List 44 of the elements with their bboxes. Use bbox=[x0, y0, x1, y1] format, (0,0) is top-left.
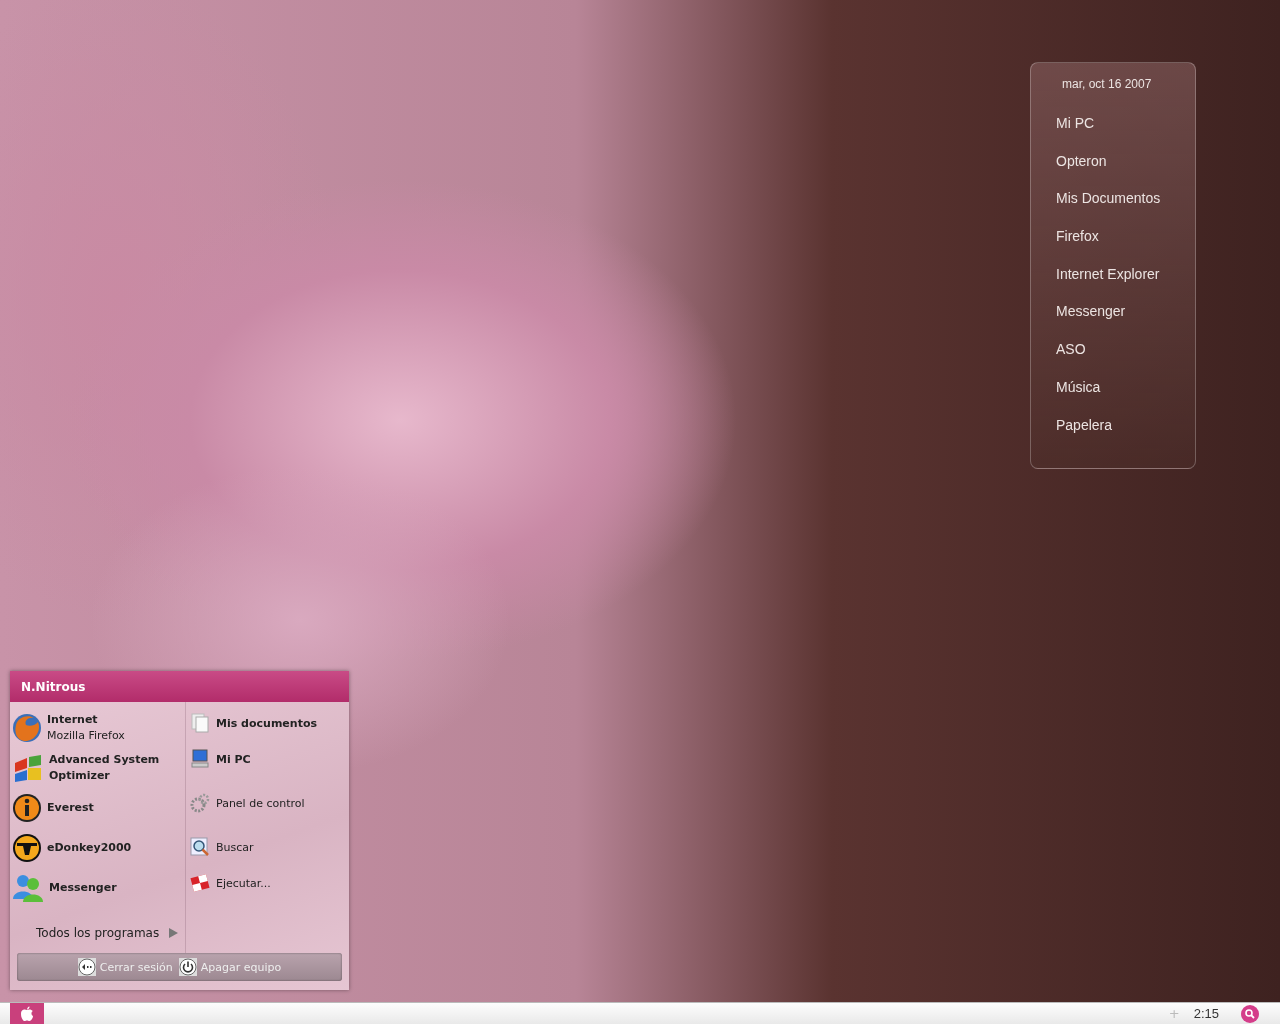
all-programs-button[interactable]: Todos los programas bbox=[36, 926, 179, 940]
logout-icon bbox=[77, 958, 96, 976]
program-item[interactable]: Internet Mozilla Firefox bbox=[10, 708, 185, 748]
apple-logo-icon bbox=[20, 1005, 34, 1022]
place-item[interactable]: Mi PC bbox=[186, 748, 257, 770]
program-name: Messenger bbox=[49, 880, 118, 896]
triangle-right-icon bbox=[169, 928, 179, 938]
date-label: mar, oct 16 2007 bbox=[1062, 77, 1153, 91]
globe-fox-icon bbox=[12, 713, 42, 743]
user-name: N.Nitrous bbox=[10, 671, 349, 702]
power-icon bbox=[178, 958, 197, 976]
program-item[interactable]: eDonkey2000 bbox=[10, 828, 185, 868]
program-item[interactable]: Advanced System Optimizer bbox=[10, 748, 185, 788]
window-box-icon bbox=[12, 753, 44, 783]
program-name: Everest bbox=[47, 800, 95, 816]
search-icon bbox=[1245, 1008, 1255, 1019]
documents-icon bbox=[190, 713, 210, 733]
launcher-item[interactable]: Papelera bbox=[1056, 416, 1195, 455]
checkered-flag-icon bbox=[190, 873, 210, 893]
program-item[interactable]: Messenger bbox=[10, 868, 185, 908]
start-button[interactable] bbox=[10, 1002, 44, 1024]
launcher-item[interactable]: Mis Documentos bbox=[1056, 190, 1195, 229]
program-name: Advanced System Optimizer bbox=[49, 752, 161, 784]
place-item[interactable]: Ejecutar... bbox=[186, 872, 277, 894]
launcher-item[interactable]: Mi PC bbox=[1056, 115, 1195, 153]
computer-icon bbox=[190, 749, 210, 769]
search-icon bbox=[190, 837, 210, 857]
place-item[interactable]: Buscar bbox=[186, 836, 260, 858]
place-item[interactable]: Mis documentos bbox=[186, 712, 323, 734]
program-name: Internet bbox=[47, 712, 99, 728]
info-icon bbox=[12, 793, 42, 823]
launcher-item[interactable]: Firefox bbox=[1056, 228, 1195, 266]
program-name: eDonkey2000 bbox=[47, 840, 133, 856]
launcher-item[interactable]: Opteron bbox=[1056, 152, 1195, 191]
place-item[interactable]: Panel de control bbox=[186, 792, 311, 814]
launcher-item[interactable]: Messenger bbox=[1056, 303, 1195, 342]
launcher-item[interactable]: Música bbox=[1056, 378, 1195, 417]
launcher-item[interactable]: Internet Explorer bbox=[1056, 265, 1195, 304]
program-item[interactable]: Everest bbox=[10, 788, 185, 828]
launcher-item[interactable]: ASO bbox=[1056, 341, 1195, 379]
program-subtitle: Mozilla Firefox bbox=[47, 728, 126, 744]
people-icon bbox=[12, 873, 44, 903]
clock: 2:15 bbox=[1193, 1006, 1219, 1021]
search-button[interactable] bbox=[1241, 1004, 1259, 1023]
